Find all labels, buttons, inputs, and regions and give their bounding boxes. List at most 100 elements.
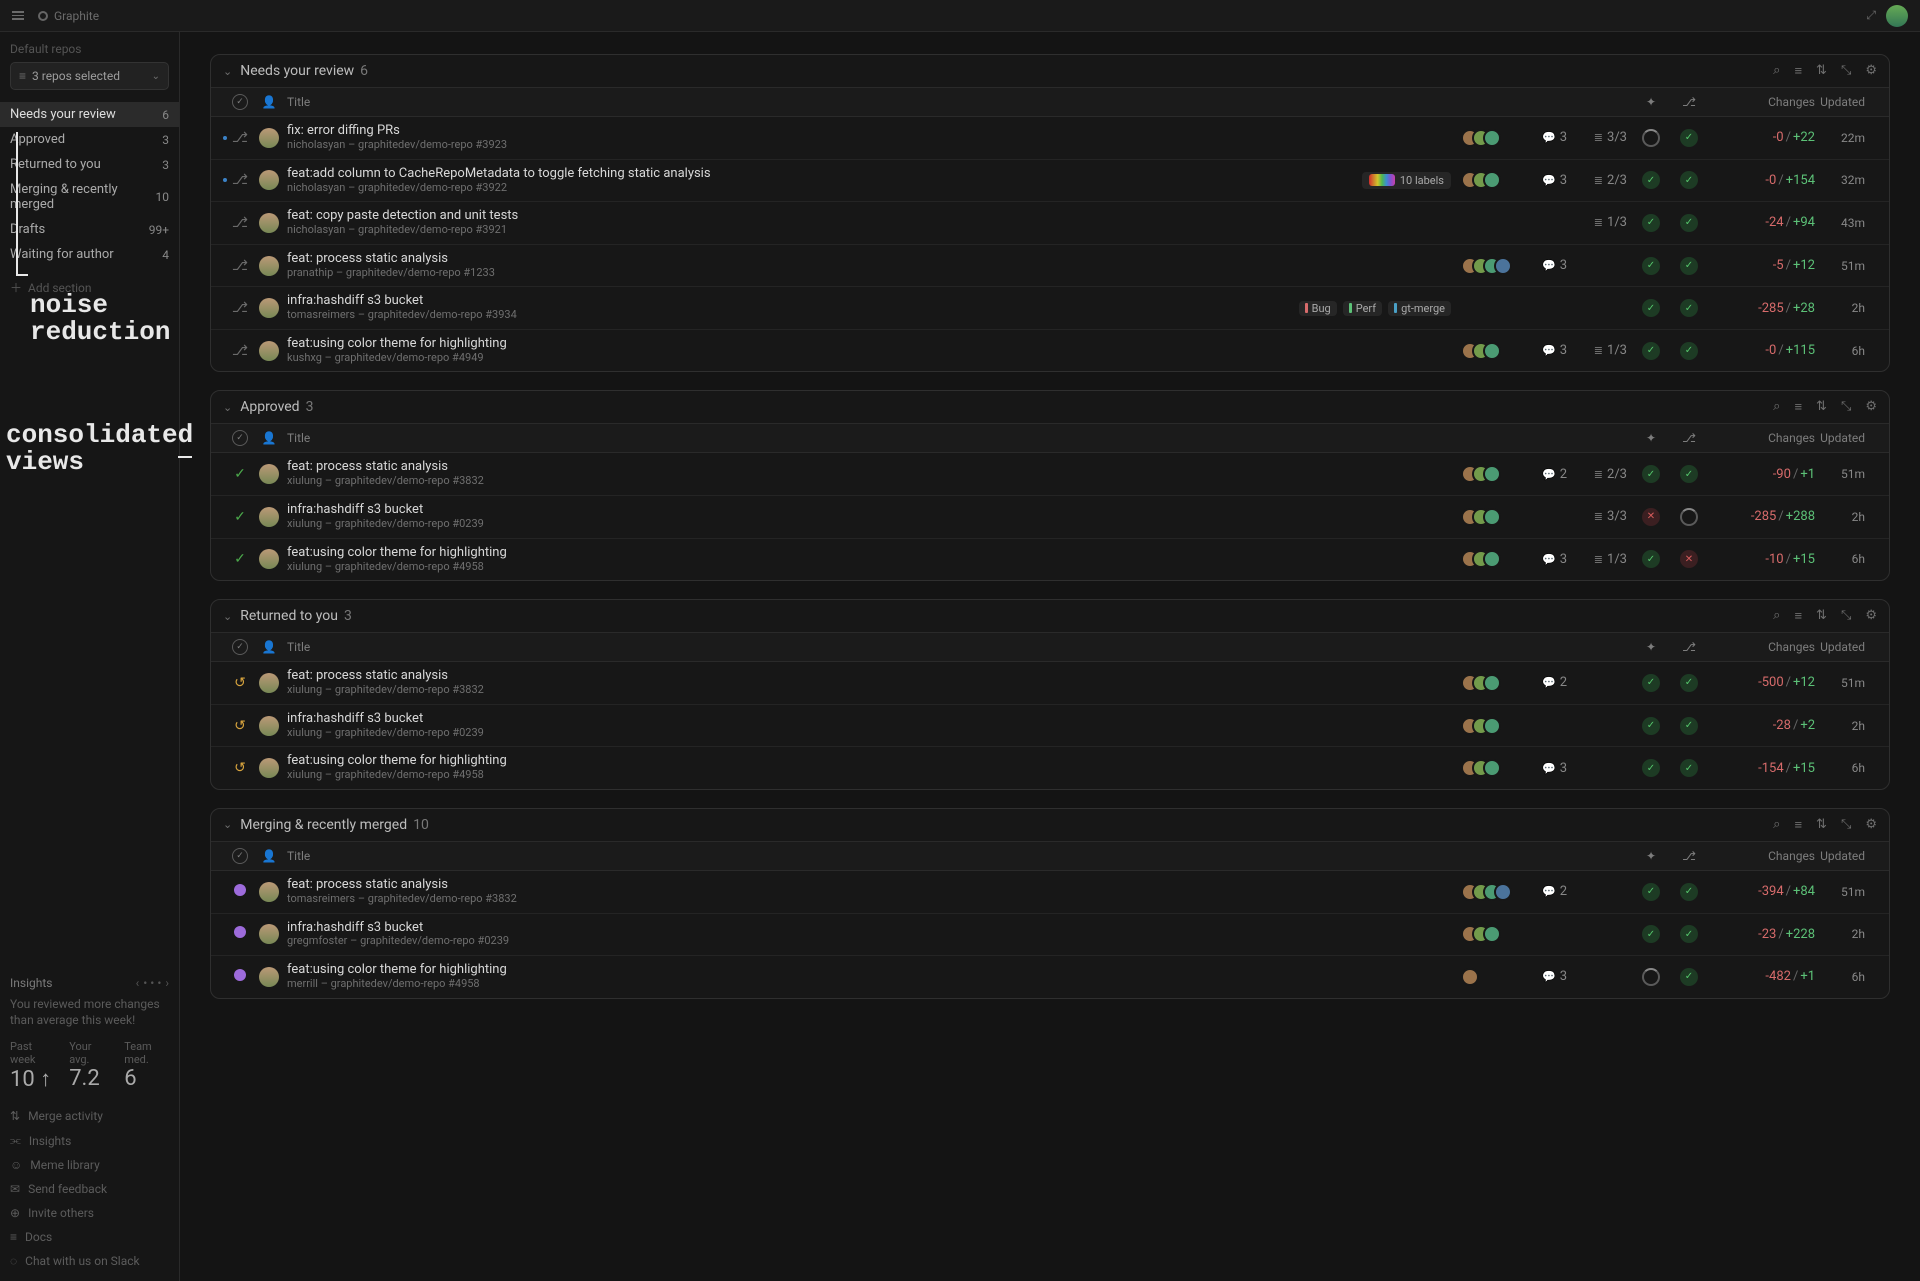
gear-icon[interactable]: ⚙ [1865, 63, 1877, 79]
merge-icon [233, 925, 247, 939]
content-area: ⌄ Needs your review 6 ⌕ ≡ ⇅ ⤡ ⚙ ✓ 👤 Titl… [180, 32, 1920, 1281]
bottom-link-insights[interactable]: ⫘Insights [10, 1130, 169, 1151]
insights-next-icon[interactable]: › [165, 976, 169, 990]
pr-row[interactable]: ⎇ feat: copy paste detection and unit te… [211, 202, 1889, 245]
collapse-icon[interactable]: ⤡ [1841, 63, 1851, 79]
sidebar-item-needs-your-review[interactable]: Needs your review6 [0, 102, 179, 127]
user-avatar[interactable] [1886, 5, 1908, 27]
label-chip[interactable]: Perf [1343, 301, 1382, 316]
pr-row[interactable]: infra:hashdiff s3 bucket gregmfoster – g… [211, 914, 1889, 957]
sidebar-item-approved[interactable]: Approved3 [0, 127, 179, 152]
chevron-down-icon[interactable]: ⌄ [223, 610, 232, 623]
stat-label: Team med. [124, 1040, 169, 1066]
updated: 6h [1815, 552, 1875, 566]
pr-row[interactable]: ⎇ infra:hashdiff s3 bucket tomasreimers … [211, 287, 1889, 330]
sidebar-item-waiting-for-author[interactable]: Waiting for author4 [0, 242, 179, 267]
facepile [1461, 674, 1519, 692]
labels-wrap: 10 labels [1362, 172, 1451, 189]
pr-row[interactable]: ⎇ feat:using color theme for highlightin… [211, 330, 1889, 372]
collapse-icon[interactable]: ⤡ [1841, 399, 1851, 415]
updated: 43m [1815, 216, 1875, 230]
status-pass-icon: ✓ [1642, 550, 1660, 568]
bottom-link-invite-others[interactable]: ⊕Invite others [10, 1203, 169, 1223]
search-icon[interactable]: ⌕ [1773, 608, 1780, 624]
pr-row[interactable]: ↺ feat:using color theme for highlightin… [211, 747, 1889, 789]
list-icon[interactable]: ≡ [1794, 817, 1802, 833]
expand-icon[interactable]: ⤢ [1866, 8, 1876, 23]
bottom-link-merge-activity[interactable]: ⇅Merge activity [10, 1106, 169, 1126]
sort-icon[interactable]: ⇅ [1816, 608, 1827, 624]
col-title: Title [283, 849, 1461, 863]
section-title: Returned to you [240, 608, 338, 624]
stack-icon: ≣ [1594, 131, 1603, 144]
pr-row[interactable]: feat: process static analysis tomasreime… [211, 871, 1889, 914]
checkmark-icon[interactable]: ✓ [232, 639, 248, 655]
link-icon: ✉ [10, 1182, 20, 1196]
pr-row[interactable]: ↺ feat: process static analysis xiulung … [211, 662, 1889, 705]
sort-icon[interactable]: ⇅ [1816, 399, 1827, 415]
status-pass-icon: ✓ [1680, 674, 1698, 692]
list-icon[interactable]: ≡ [1794, 63, 1802, 79]
pr-row[interactable]: ↺ infra:hashdiff s3 bucket xiulung – gra… [211, 705, 1889, 748]
pr-row[interactable]: ✓ feat:using color theme for highlightin… [211, 539, 1889, 581]
hamburger-icon[interactable] [12, 11, 24, 20]
pr-subtitle: xiulung – graphitedev/demo-repo #0239 [287, 518, 484, 531]
changes: -154/+15 [1703, 761, 1815, 776]
gear-icon[interactable]: ⚙ [1865, 817, 1877, 833]
pr-icon: ⎇ [232, 343, 248, 359]
col-changes: Changes [1703, 431, 1815, 445]
bottom-link-send-feedback[interactable]: ✉Send feedback [10, 1179, 169, 1199]
checkmark-icon[interactable]: ✓ [232, 430, 248, 446]
pr-row[interactable]: ⎇ feat: process static analysis pranathi… [211, 245, 1889, 288]
changes: -394/+84 [1703, 884, 1815, 899]
chevron-down-icon[interactable]: ⌄ [223, 401, 232, 414]
bottom-link-meme-library[interactable]: ☺Meme library [10, 1155, 169, 1175]
author-avatar [259, 170, 279, 190]
chevron-down-icon[interactable]: ⌄ [223, 65, 232, 78]
insights-prev-icon[interactable]: ‹ [136, 976, 140, 990]
search-icon[interactable]: ⌕ [1773, 399, 1780, 415]
search-icon[interactable]: ⌕ [1773, 63, 1780, 79]
nav-count: 3 [162, 133, 169, 147]
list-icon[interactable]: ≡ [1794, 608, 1802, 624]
pr-subtitle: nicholasyan – graphitedev/demo-repo #392… [287, 182, 711, 195]
row-type-icon: ⎇ [225, 172, 255, 188]
section-header: ⌄ Needs your review 6 ⌕ ≡ ⇅ ⤡ ⚙ [211, 55, 1889, 87]
repo-selector[interactable]: ≡ 3 repos selected ⌄ [10, 62, 169, 90]
gear-icon[interactable]: ⚙ [1865, 608, 1877, 624]
rainbow-icon [1369, 174, 1395, 186]
collapse-icon[interactable]: ⤡ [1841, 608, 1851, 624]
facepile [1461, 717, 1519, 735]
changes: -28/+2 [1703, 718, 1815, 733]
labels-count-chip[interactable]: 10 labels [1362, 172, 1451, 189]
status-pass-icon: ✓ [1642, 883, 1660, 901]
gear-icon[interactable]: ⚙ [1865, 399, 1877, 415]
author-avatar [259, 256, 279, 276]
list-icon[interactable]: ≡ [1794, 399, 1802, 415]
sort-icon[interactable]: ⇅ [1816, 817, 1827, 833]
pr-title: feat: process static analysis [287, 460, 484, 475]
link-label: Chat with us on Slack [25, 1254, 139, 1268]
label-chip[interactable]: gt-merge [1388, 301, 1451, 316]
pr-subtitle: kushxg – graphitedev/demo-repo #4949 [287, 352, 507, 365]
bottom-link-docs[interactable]: ≡Docs [10, 1227, 169, 1247]
pr-row[interactable]: feat:using color theme for highlighting … [211, 956, 1889, 998]
sidebar-item-merging-recently-merged[interactable]: Merging & recently merged10 [0, 177, 179, 217]
default-repos-label: Default repos [10, 42, 169, 56]
bottom-link-chat-with-us-on-slack[interactable]: ◌Chat with us on Slack [10, 1251, 169, 1271]
pr-row[interactable]: ⎇ fix: error diffing PRs nicholasyan – g… [211, 117, 1889, 160]
add-section-button[interactable]: ＋ Add section [0, 273, 179, 302]
label-chip[interactable]: Bug [1299, 301, 1337, 316]
pr-row[interactable]: ✓ infra:hashdiff s3 bucket xiulung – gra… [211, 496, 1889, 539]
checkmark-icon[interactable]: ✓ [232, 94, 248, 110]
checkmark-icon[interactable]: ✓ [232, 848, 248, 864]
sort-icon[interactable]: ⇅ [1816, 63, 1827, 79]
search-icon[interactable]: ⌕ [1773, 817, 1780, 833]
sidebar-item-returned-to-you[interactable]: Returned to you3 [0, 152, 179, 177]
sidebar-item-drafts[interactable]: Drafts99+ [0, 217, 179, 242]
link-icon: ⫘ [10, 1133, 21, 1148]
collapse-icon[interactable]: ⤡ [1841, 817, 1851, 833]
chevron-down-icon[interactable]: ⌄ [223, 818, 232, 831]
pr-row[interactable]: ✓ feat: process static analysis xiulung … [211, 453, 1889, 496]
pr-row[interactable]: ⎇ feat:add column to CacheRepoMetadata t… [211, 160, 1889, 203]
